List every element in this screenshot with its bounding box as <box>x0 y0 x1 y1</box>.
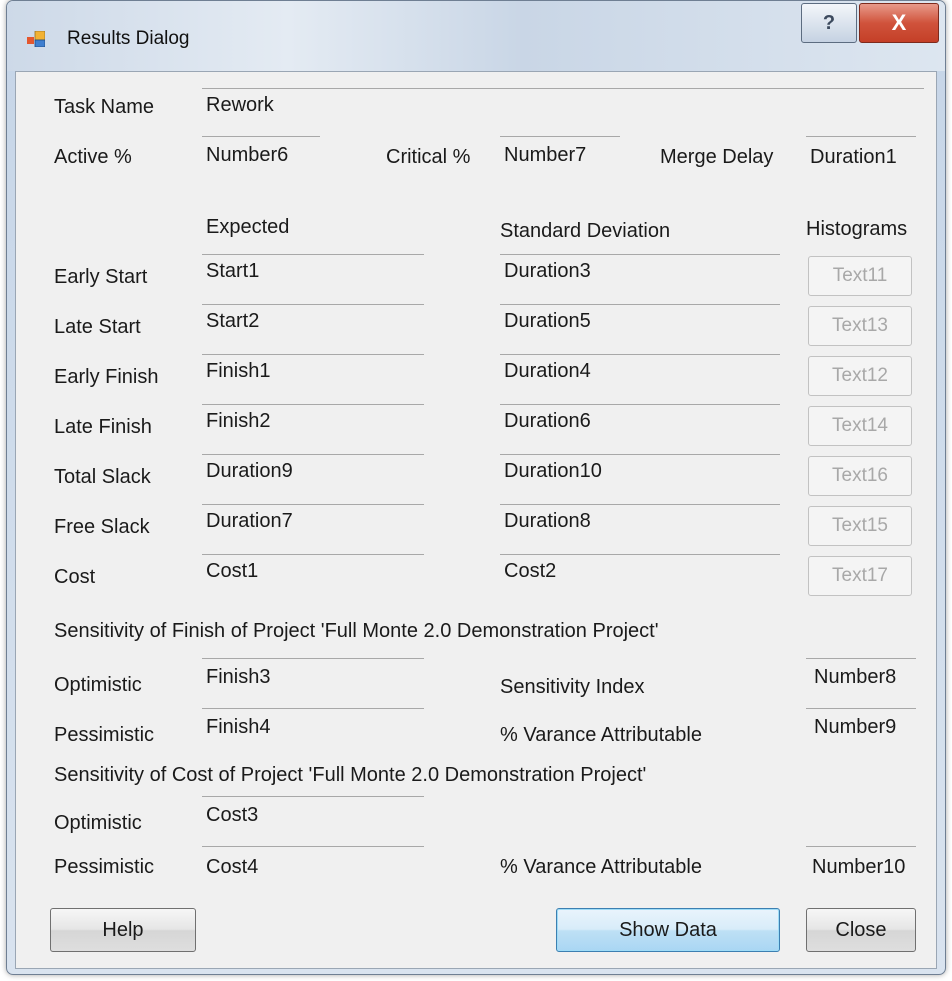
app-window-icon <box>27 31 45 47</box>
title-help-button[interactable]: ? <box>801 3 857 43</box>
finish-optimistic-label: Optimistic <box>54 674 142 696</box>
row-label: Total Slack <box>54 466 151 488</box>
expected-value: Finish1 <box>206 360 271 382</box>
expected-value: Start2 <box>206 310 260 332</box>
finish-variance-value: Number9 <box>814 716 897 738</box>
stddev-value: Duration6 <box>504 410 591 432</box>
stddev-value: Duration4 <box>504 360 591 382</box>
help-button[interactable]: Help <box>50 908 196 952</box>
stddev-value: Duration5 <box>504 310 591 332</box>
expected-value: Duration9 <box>206 460 293 482</box>
critical-label: Critical % <box>386 146 471 168</box>
finish-pessimistic-value: Finish4 <box>206 716 271 738</box>
active-label: Active % <box>54 146 132 168</box>
finish-optimistic-value: Finish3 <box>206 666 271 688</box>
results-dialog-window: Results Dialog ? X Task Name Rework Acti… <box>6 0 946 975</box>
stddev-field <box>500 404 780 405</box>
histograms-header: Histograms <box>806 218 908 240</box>
merge-delay-label: Merge Delay <box>660 146 774 168</box>
finish-variance-label: % Varance Attributable <box>500 724 702 746</box>
critical-field <box>500 136 620 137</box>
active-value: Number6 <box>206 144 289 166</box>
row-label: Cost <box>54 566 96 588</box>
sensitivity-index-label: Sensitivity Index <box>500 676 645 698</box>
cost-optimistic-field <box>202 796 424 797</box>
sensitivity-index-value: Number8 <box>814 666 897 688</box>
cost-variance-label: % Varance Attributable <box>500 856 702 878</box>
finish-pessimistic-field <box>202 708 424 709</box>
task-name-value: Rework <box>206 94 274 116</box>
histogram-button[interactable]: Text14 <box>808 406 912 446</box>
stddev-field <box>500 354 780 355</box>
expected-value: Duration7 <box>206 510 293 532</box>
histogram-button[interactable]: Text13 <box>808 306 912 346</box>
expected-value: Start1 <box>206 260 260 282</box>
row-label: Late Finish <box>54 416 152 438</box>
active-field <box>202 136 320 137</box>
histogram-button[interactable]: Text11 <box>808 256 912 296</box>
expected-field <box>202 554 424 555</box>
expected-field <box>202 504 424 505</box>
expected-field <box>202 354 424 355</box>
stddev-field <box>500 254 780 255</box>
row-label: Early Start <box>54 266 148 288</box>
window-title: Results Dialog <box>67 28 190 49</box>
critical-value: Number7 <box>504 144 587 166</box>
task-name-field <box>202 88 924 89</box>
finish-optimistic-field <box>202 658 424 659</box>
close-icon: X <box>891 10 907 35</box>
cost-pessimistic-value: Cost4 <box>206 856 259 878</box>
histogram-button[interactable]: Text15 <box>808 506 912 546</box>
expected-field <box>202 404 424 405</box>
expected-value: Cost1 <box>206 560 259 582</box>
row-label: Free Slack <box>54 516 150 538</box>
stddev-value: Duration10 <box>504 460 602 482</box>
task-name-label: Task Name <box>54 96 155 118</box>
finish-variance-field <box>806 708 916 709</box>
finish-pessimistic-label: Pessimistic <box>54 724 155 746</box>
sensitivity-index-field <box>806 658 916 659</box>
cost-variance-field <box>806 846 916 847</box>
show-data-button[interactable]: Show Data <box>556 908 780 952</box>
expected-field <box>202 254 424 255</box>
dialog-client-area: Task Name Rework Active % Number6 Critic… <box>15 71 937 969</box>
stddev-value: Duration3 <box>504 260 591 282</box>
histogram-button[interactable]: Text12 <box>808 356 912 396</box>
cost-sensitivity-heading: Sensitivity of Cost of Project 'Full Mon… <box>54 764 647 786</box>
row-label: Late Start <box>54 316 141 338</box>
expected-field <box>202 304 424 305</box>
close-button[interactable]: Close <box>806 908 916 952</box>
cost-optimistic-value: Cost3 <box>206 804 259 826</box>
stddev-value: Cost2 <box>504 560 557 582</box>
cost-pessimistic-label: Pessimistic <box>54 856 155 878</box>
histogram-button[interactable]: Text16 <box>808 456 912 496</box>
title-bar[interactable]: Results Dialog ? X <box>7 1 945 71</box>
histogram-button[interactable]: Text17 <box>808 556 912 596</box>
stddev-value: Duration8 <box>504 510 591 532</box>
stddev-field <box>500 304 780 305</box>
stddev-header: Standard Deviation <box>500 220 671 242</box>
cost-variance-value: Number10 <box>812 856 906 878</box>
cost-optimistic-label: Optimistic <box>54 812 142 834</box>
cost-pessimistic-field <box>202 846 424 847</box>
expected-field <box>202 454 424 455</box>
merge-delay-field <box>806 136 916 137</box>
title-close-button[interactable]: X <box>859 3 939 43</box>
finish-sensitivity-heading: Sensitivity of Finish of Project 'Full M… <box>54 620 659 642</box>
stddev-field <box>500 554 780 555</box>
stddev-field <box>500 454 780 455</box>
help-icon: ? <box>822 11 836 34</box>
stddev-field <box>500 504 780 505</box>
row-label: Early Finish <box>54 366 159 388</box>
merge-delay-value: Duration1 <box>810 146 897 168</box>
expected-value: Finish2 <box>206 410 271 432</box>
expected-header: Expected <box>206 216 290 238</box>
